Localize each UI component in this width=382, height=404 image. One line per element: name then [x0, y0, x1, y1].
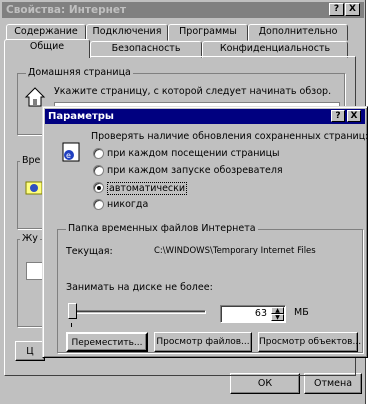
- dialog-title-text: Параметры: [48, 111, 114, 122]
- view-files-button[interactable]: Просмотр файлов...: [154, 332, 252, 352]
- check-updates-label: Проверять наличие обновления сохраненных…: [91, 131, 369, 142]
- tab-connections[interactable]: Подключения: [86, 24, 168, 41]
- disk-space-label: Занимать на диске не более:: [66, 282, 213, 293]
- radio-never[interactable]: [93, 199, 104, 210]
- disk-space-slider[interactable]: [68, 303, 206, 321]
- temp-folder-group-label: Папка временных файлов Интернета: [66, 223, 258, 234]
- disk-space-unit: МБ: [294, 307, 309, 318]
- house-icon: [24, 86, 46, 108]
- close-button[interactable]: X: [345, 3, 360, 16]
- radio-every-visit-label[interactable]: при каждом посещении страницы: [107, 148, 280, 159]
- help-button[interactable]: ?: [329, 3, 344, 16]
- settings-dialog: Параметры ? X e Проверять наличие обновл…: [42, 106, 368, 358]
- radio-selected-dot: [97, 186, 101, 190]
- home-page-description: Укажите страницу, с которой следует начи…: [54, 86, 332, 97]
- radio-every-start-label[interactable]: при каждом запуске обозревателя: [107, 165, 283, 176]
- history-group-label: Жу: [20, 233, 40, 244]
- disk-space-value[interactable]: 63: [255, 308, 267, 319]
- home-page-group-label: Домашняя страница: [26, 67, 133, 78]
- temp-files-group-label: Вре: [20, 155, 43, 166]
- dialog-help-button[interactable]: ?: [331, 110, 345, 122]
- current-folder-path: C:\WINDOWS\Temporary Internet Files: [154, 246, 316, 256]
- radio-every-start[interactable]: [93, 165, 104, 176]
- slider-thumb[interactable]: [68, 303, 77, 319]
- spin-down-icon[interactable]: ▼: [271, 314, 284, 321]
- cancel-button[interactable]: Отмена: [304, 373, 362, 394]
- dialog-close-button[interactable]: X: [347, 110, 361, 122]
- view-objects-button[interactable]: Просмотр объектов...: [258, 332, 361, 352]
- radio-automatic-label[interactable]: автоматически: [107, 182, 188, 195]
- ok-button[interactable]: ОК: [230, 373, 300, 394]
- radio-every-visit[interactable]: [93, 148, 104, 159]
- tab-programs[interactable]: Программы: [168, 24, 248, 41]
- outer-title-bar: Свойства: Интернет ? X: [2, 2, 364, 18]
- colors-button[interactable]: Ц: [15, 341, 45, 361]
- radio-never-label[interactable]: никогда: [107, 199, 148, 210]
- spin-up-icon[interactable]: ▲: [271, 307, 284, 314]
- current-folder-label: Текущая:: [66, 246, 113, 257]
- radio-automatic[interactable]: [93, 182, 104, 193]
- disk-space-spinner[interactable]: 63 ▲ ▼: [220, 305, 286, 323]
- svg-text:e: e: [66, 151, 71, 160]
- move-folder-button[interactable]: Переместить...: [66, 332, 148, 352]
- outer-title-text: Свойства: Интернет: [6, 4, 127, 16]
- tab-advanced[interactable]: Дополнительно: [248, 24, 348, 41]
- ie-page-icon: e: [59, 141, 85, 163]
- temp-folder-group: Папка временных файлов Интернета Текущая…: [57, 223, 363, 353]
- dialog-title-bar: Параметры ? X: [45, 109, 365, 124]
- tab-general[interactable]: Общие: [4, 39, 90, 58]
- slider-track: [68, 310, 206, 314]
- slider-tick: [71, 323, 72, 327]
